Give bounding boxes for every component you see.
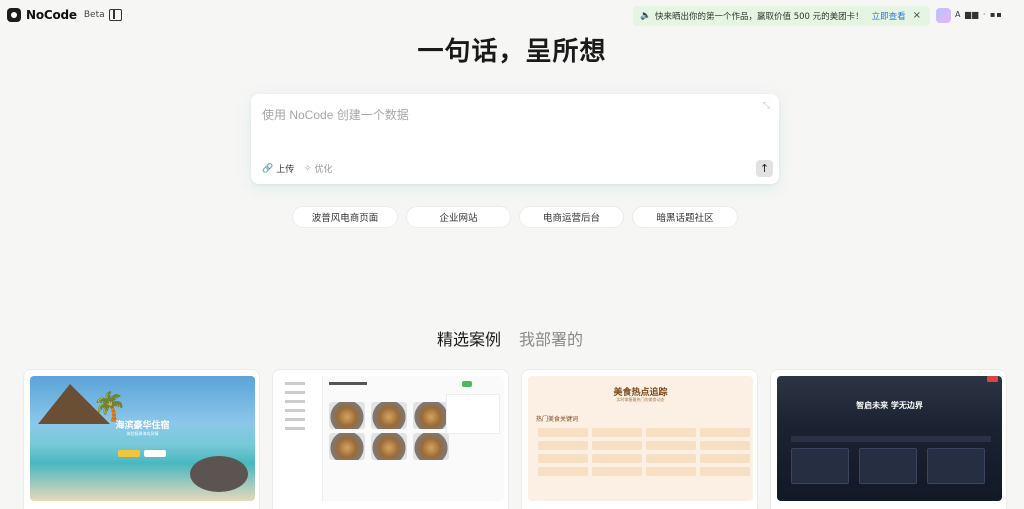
- case-thumbnail: 智启未来 学无边界: [777, 376, 1002, 501]
- optimize-button[interactable]: ✧ 优化: [304, 162, 333, 176]
- thumb-sidebar: [279, 376, 323, 501]
- thumb-subtitle: 体验极致海岛风情: [126, 431, 159, 436]
- promo-notice: 🔈 快来晒出你的第一个作品，赢取价值 500 元的美团卡！ 立即查看 ×: [633, 6, 930, 26]
- speaker-icon: 🔈: [640, 11, 652, 21]
- paperclip-icon: 🔗: [262, 163, 274, 174]
- top-bar: NoCode Beta 🔈 快来晒出你的第一个作品，赢取价值 500 元的美团卡…: [0, 0, 1024, 32]
- upload-button[interactable]: 🔗 上传: [262, 162, 295, 176]
- logo[interactable]: NoCode Beta: [7, 8, 105, 22]
- thumb-red-button: [987, 376, 998, 382]
- thumb-title: 海滨豪华住宿: [115, 421, 170, 431]
- thumb-section: 热门美食关键词: [536, 416, 579, 423]
- case-thumbnail: 美食热点追踪 实时掌握最热门的美食动态 热门美食关键词: [528, 376, 753, 501]
- keyword-grid: [538, 428, 750, 476]
- notice-link[interactable]: 立即查看: [872, 10, 906, 22]
- thumb-header: [329, 382, 367, 385]
- nocode-logo-icon: [7, 8, 21, 22]
- app-name: NoCode: [26, 8, 77, 22]
- case-card[interactable]: 智启未来 学无边界: [770, 369, 1007, 509]
- tab-my-deployed[interactable]: 我部署的: [519, 326, 583, 350]
- arrow-up-icon: ↑: [759, 162, 770, 175]
- thumb-card: [927, 448, 985, 484]
- notice-text: 快来晒出你的第一个作品，赢取价值 500 元的美团卡！: [655, 12, 864, 22]
- thumb-secondary-button: [144, 450, 166, 457]
- suggestion-chips: 波普风电商页面 企业网站 电商运营后台 暗黑话题社区: [292, 206, 738, 228]
- sidebar-toggle-icon[interactable]: [109, 9, 122, 21]
- hero-title: 一句话，呈所想: [417, 37, 607, 67]
- case-thumbnail: 🌴 海滨豪华住宿 体验极致海岛风情: [30, 376, 255, 501]
- thumb-title: 智启未来 学无边界: [856, 401, 923, 410]
- thumb-card: [791, 448, 849, 484]
- upload-label: 上传: [276, 165, 295, 175]
- sparkle-icon: ✧: [304, 163, 312, 174]
- close-icon[interactable]: ×: [913, 10, 921, 21]
- suggestion-chip[interactable]: 波普风电商页面: [292, 206, 398, 228]
- optimize-label: 优化: [314, 165, 333, 175]
- username[interactable]: A ▆▆ · ▪▪: [955, 10, 1003, 19]
- rock-image: [190, 456, 248, 492]
- prompt-box: ⤡ 🔗 上传 ✧ 优化 ↑: [251, 94, 779, 184]
- expand-icon[interactable]: ⤡: [763, 101, 770, 111]
- thumb-subtitle: 实时掌握最热门的美食动态: [616, 397, 665, 402]
- case-card[interactable]: 美食热点追踪 实时掌握最热门的美食动态 热门美食关键词: [521, 369, 758, 509]
- prompt-input[interactable]: [262, 105, 752, 125]
- suggestion-chip[interactable]: 电商运营后台: [519, 206, 624, 228]
- suggestion-chip[interactable]: 企业网站: [406, 206, 511, 228]
- tab-featured[interactable]: 精选案例: [437, 326, 501, 350]
- order-panel: [446, 394, 500, 434]
- case-card[interactable]: [272, 369, 509, 509]
- showcase-cards: 🌴 海滨豪华住宿 体验极致海岛风情 美食热点追踪 实时掌握最热门的美食动态 热门…: [23, 369, 1008, 509]
- showcase-tabs: 精选案例 我部署的: [437, 326, 583, 350]
- case-thumbnail: [279, 376, 504, 501]
- thumb-primary-button: [118, 450, 140, 457]
- dish-grid: [329, 402, 449, 460]
- beta-badge: Beta: [83, 10, 105, 20]
- avatar[interactable]: [936, 8, 951, 23]
- thumb-nav: [791, 436, 991, 442]
- send-button[interactable]: ↑: [756, 160, 773, 177]
- case-card[interactable]: 🌴 海滨豪华住宿 体验极致海岛风情: [23, 369, 260, 509]
- thumb-tab: [462, 381, 472, 387]
- thumb-card: [859, 448, 917, 484]
- suggestion-chip[interactable]: 暗黑话题社区: [632, 206, 738, 228]
